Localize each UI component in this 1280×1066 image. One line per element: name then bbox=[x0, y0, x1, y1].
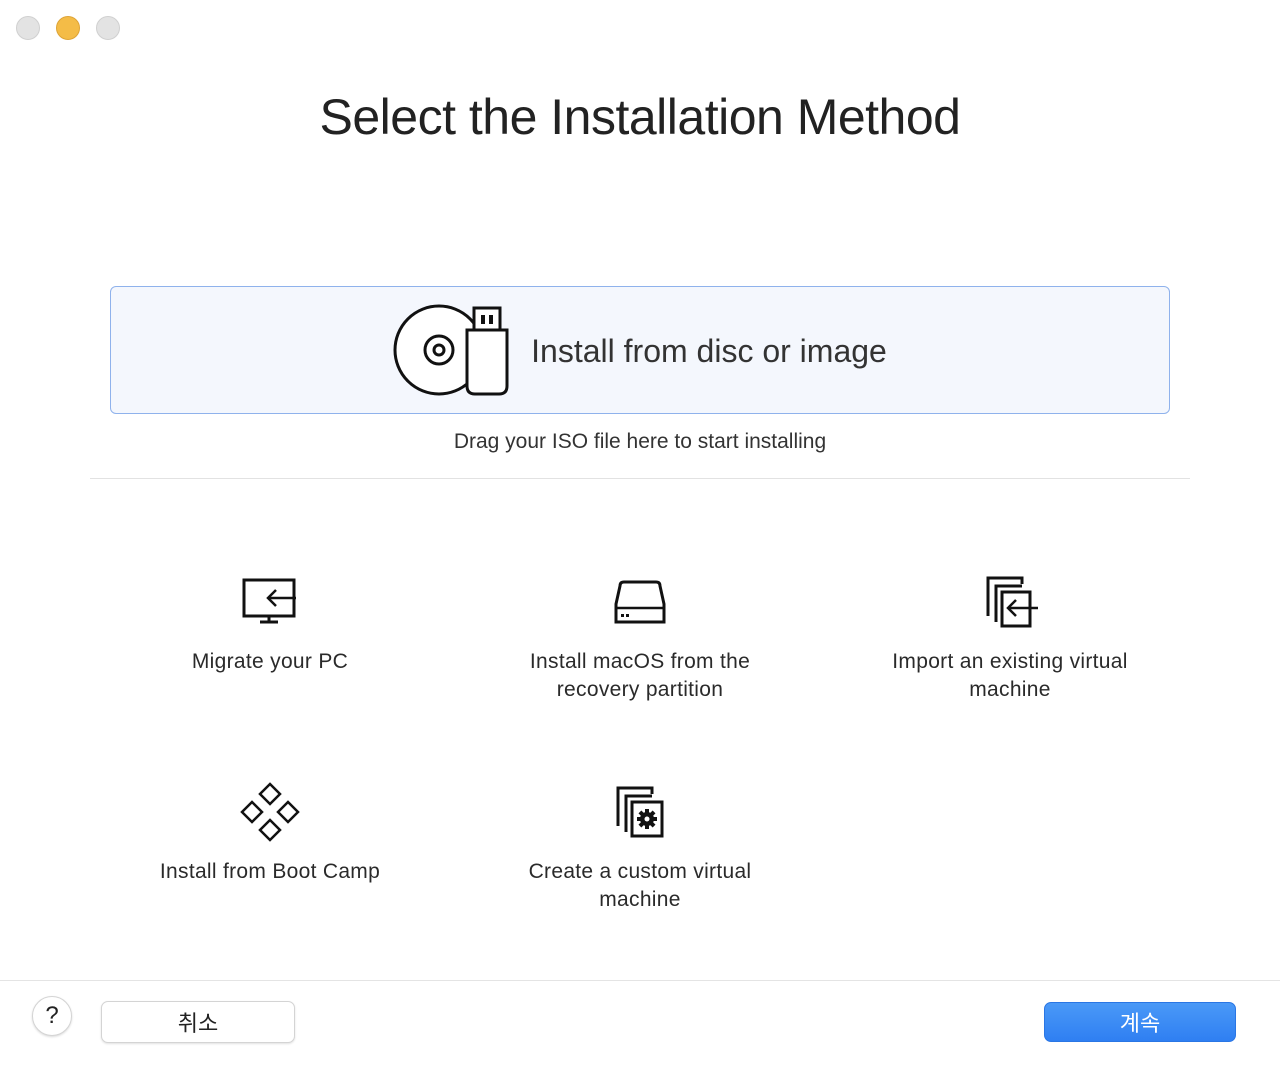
option-migrate-pc[interactable]: Migrate your PC bbox=[100, 570, 440, 750]
option-label: Install macOS from the recovery partitio… bbox=[529, 650, 751, 701]
hard-drive-icon bbox=[614, 580, 666, 624]
disc-usb-icon bbox=[393, 304, 509, 396]
option-label: Create a custom virtual machine bbox=[528, 860, 752, 911]
import-vm-icon bbox=[986, 576, 1038, 628]
continue-button[interactable]: 계속 bbox=[1044, 1002, 1236, 1042]
install-from-disc-dropzone[interactable]: Install from disc or image bbox=[110, 286, 1170, 414]
drag-hint-text: Drag your ISO file here to start install… bbox=[453, 430, 827, 453]
page-title: Select the Installation Method bbox=[319, 89, 961, 145]
dropzone-label: Install from disc or image bbox=[531, 332, 887, 369]
footer-divider bbox=[0, 980, 1280, 981]
option-label: Migrate your PC bbox=[191, 650, 349, 673]
option-import-existing-vm[interactable]: Import an existing virtual machine bbox=[840, 570, 1180, 750]
help-button[interactable]: ? bbox=[32, 996, 72, 1036]
minimize-window-button[interactable] bbox=[56, 16, 80, 40]
option-install-from-boot-camp[interactable]: Install from Boot Camp bbox=[100, 780, 440, 960]
option-label: Install from Boot Camp bbox=[159, 860, 381, 883]
divider bbox=[90, 478, 1190, 479]
custom-vm-gear-icon bbox=[616, 786, 664, 838]
installation-assistant-window: Select the Installation Method Install f… bbox=[0, 0, 1280, 1066]
monitor-import-icon bbox=[242, 578, 296, 624]
zoom-window-button[interactable] bbox=[96, 16, 120, 40]
bootcamp-diamonds-icon bbox=[240, 782, 300, 842]
close-window-button[interactable] bbox=[16, 16, 40, 40]
option-install-macos-recovery[interactable]: Install macOS from the recovery partitio… bbox=[470, 570, 810, 750]
option-create-custom-vm[interactable]: Create a custom virtual machine bbox=[470, 780, 810, 960]
cancel-button[interactable]: 취소 bbox=[101, 1001, 295, 1043]
option-label: Import an existing virtual machine bbox=[892, 650, 1128, 701]
window-controls bbox=[16, 16, 120, 40]
